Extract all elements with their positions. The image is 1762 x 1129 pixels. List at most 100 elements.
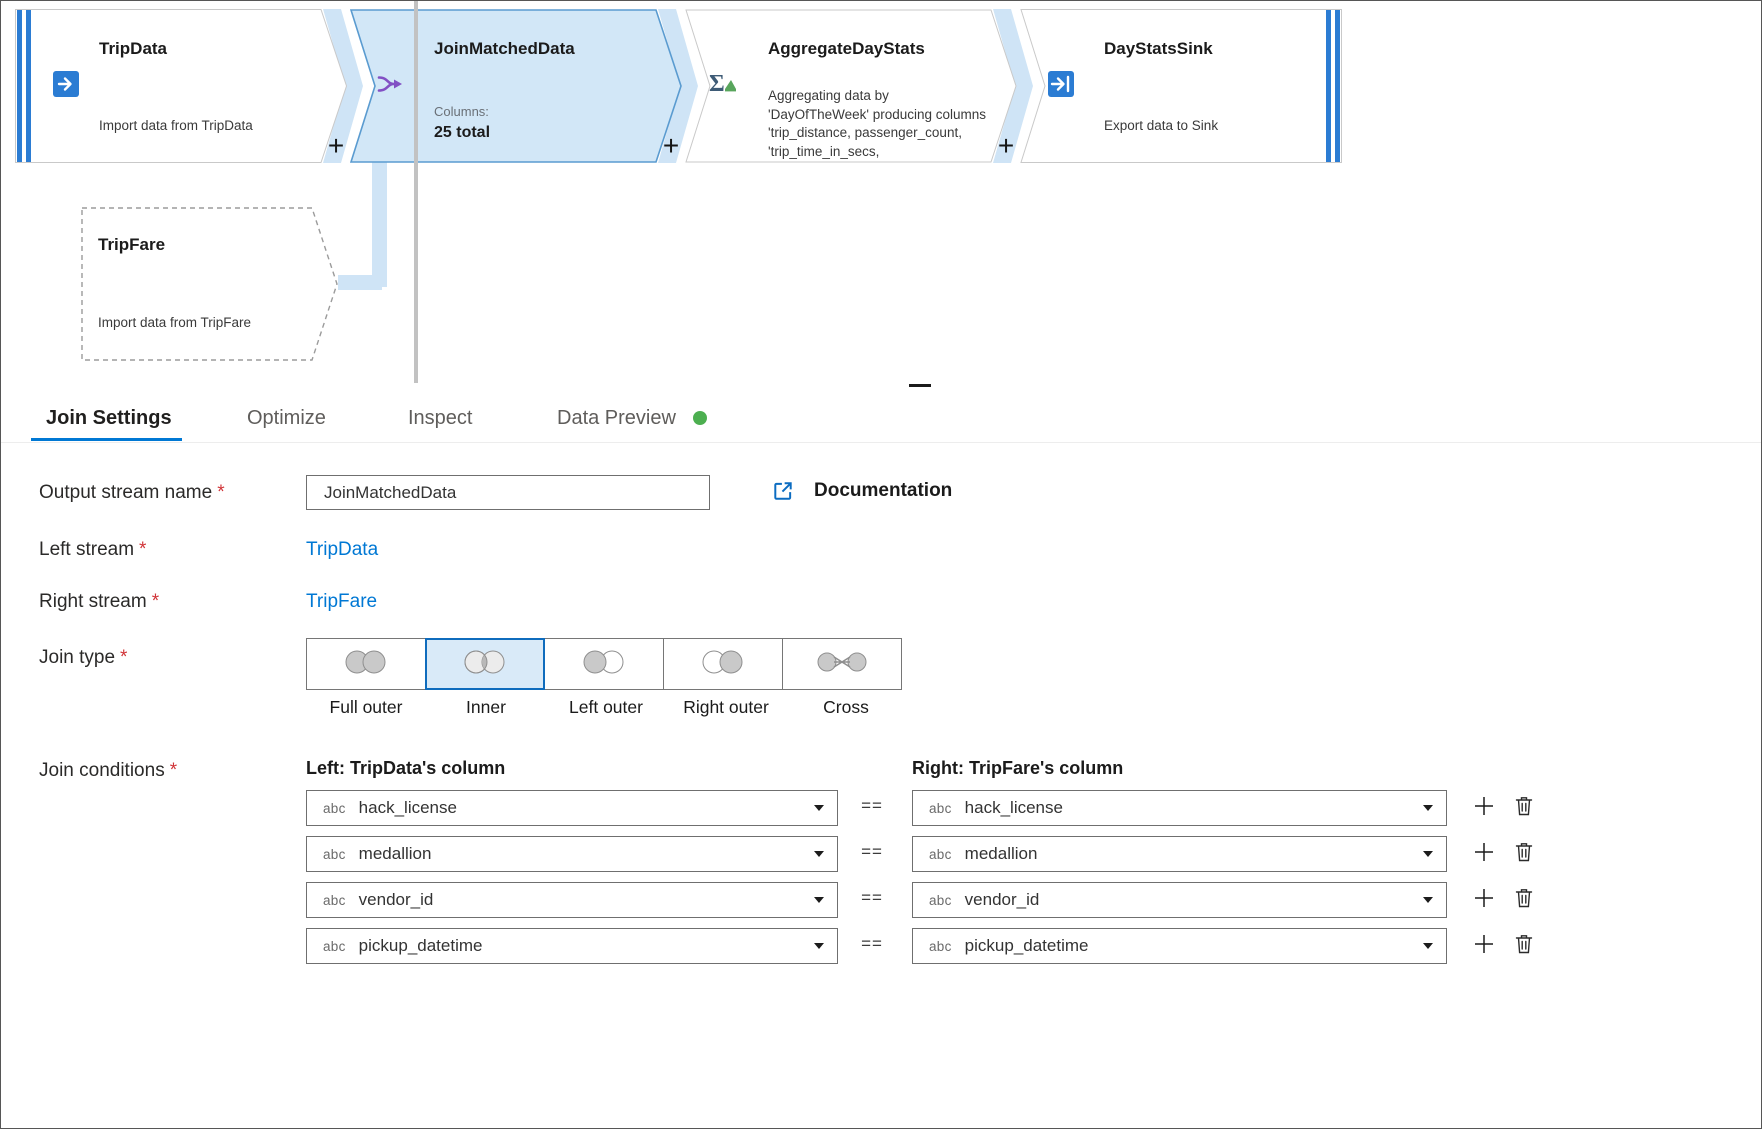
node-description: Aggregating data by 'DayOfTheWeek' produ… <box>768 87 986 161</box>
add-condition-button[interactable] <box>1466 836 1502 872</box>
tab-inspect[interactable]: Inspect <box>408 407 472 430</box>
equals-operator: == <box>846 888 898 908</box>
join-type-label: Join type* <box>39 647 127 669</box>
aggregate-icon: Σ <box>707 67 737 97</box>
column-name: vendor_id <box>359 890 434 910</box>
required-marker: * <box>217 482 224 503</box>
sink-icon <box>1046 69 1076 99</box>
join-type-selector <box>306 638 902 690</box>
delete-condition-button[interactable] <box>1506 790 1542 826</box>
label-text: Join type <box>39 647 115 668</box>
required-marker: * <box>170 760 177 781</box>
add-transformation-button[interactable]: + <box>656 132 686 162</box>
caret-down-icon <box>814 943 824 949</box>
tab-data-preview[interactable]: Data Preview <box>557 407 676 430</box>
data-preview-status-dot <box>693 411 707 425</box>
string-type-icon: abc <box>323 939 346 954</box>
string-type-icon: abc <box>323 893 346 908</box>
node-description: Import data from TripFare <box>98 314 251 333</box>
right-column-dropdown[interactable]: abc vendor_id <box>912 882 1447 918</box>
left-stream-value-link[interactable]: TripData <box>306 539 378 561</box>
columns-count: 25 total <box>434 124 490 142</box>
settings-tabstrip: Join Settings Optimize Inspect Data Prev… <box>1 399 1761 443</box>
right-stream-label: Right stream* <box>39 591 159 613</box>
required-marker: * <box>139 539 146 560</box>
right-column-dropdown[interactable]: abc hack_license <box>912 790 1447 826</box>
add-condition-button[interactable] <box>1466 928 1502 964</box>
documentation-link[interactable]: Documentation <box>772 480 952 502</box>
column-name: medallion <box>359 844 432 864</box>
join-conditions-label: Join conditions* <box>39 760 177 782</box>
node-aggregatedaystats[interactable]: Σ AggregateDayStats Aggregating data by … <box>685 9 1017 163</box>
svg-text:Σ: Σ <box>709 71 725 97</box>
join-condition-row: abc vendor_id == abc vendor_id <box>306 882 1556 918</box>
left-column-dropdown[interactable]: abc pickup_datetime <box>306 928 838 964</box>
trash-icon <box>1514 841 1534 868</box>
caret-down-icon <box>814 897 824 903</box>
join-type-cross[interactable] <box>782 638 902 690</box>
join-type-full-outer[interactable] <box>306 638 426 690</box>
equals-operator: == <box>846 842 898 862</box>
active-tab-underline <box>31 438 182 441</box>
required-marker: * <box>120 647 127 668</box>
panel-resize-handle[interactable] <box>909 384 931 387</box>
connector-tripfare-vertical <box>372 161 387 287</box>
node-title: DayStatsSink <box>1104 39 1213 59</box>
node-daystatssink[interactable]: DayStatsSink Export data to Sink <box>1020 9 1342 163</box>
output-stream-label: Output stream name* <box>39 482 225 504</box>
node-description: Import data from TripData <box>99 117 253 136</box>
node-title: TripFare <box>98 235 165 255</box>
plus-icon <box>1472 932 1496 961</box>
canvas-divider <box>414 1 418 383</box>
right-stream-value-link[interactable]: TripFare <box>306 591 377 613</box>
left-column-dropdown[interactable]: abc vendor_id <box>306 882 838 918</box>
output-stream-name-input[interactable] <box>306 475 710 510</box>
label-text: Right stream <box>39 591 147 612</box>
string-type-icon: abc <box>929 801 952 816</box>
add-transformation-button[interactable]: + <box>321 132 351 162</box>
join-type-option-label: Right outer <box>666 697 786 718</box>
node-title: AggregateDayStats <box>768 39 925 59</box>
left-column-header: Left: TripData's column <box>306 758 505 779</box>
right-outer-venn-icon <box>696 647 750 682</box>
caret-down-icon <box>814 851 824 857</box>
right-column-dropdown[interactable]: abc pickup_datetime <box>912 928 1447 964</box>
delete-condition-button[interactable] <box>1506 882 1542 918</box>
join-condition-row: abc hack_license == abc hack_license <box>306 790 1556 826</box>
equals-operator: == <box>846 796 898 816</box>
join-condition-row: abc pickup_datetime == abc pickup_dateti… <box>306 928 1556 964</box>
tab-optimize[interactable]: Optimize <box>247 407 326 430</box>
delete-condition-button[interactable] <box>1506 928 1542 964</box>
tab-join-settings[interactable]: Join Settings <box>46 407 172 430</box>
left-column-dropdown[interactable]: abc hack_license <box>306 790 838 826</box>
node-joinmatcheddata[interactable]: JoinMatchedData Columns: 25 total <box>350 9 682 163</box>
caret-down-icon <box>1423 897 1433 903</box>
source-icon <box>51 69 81 99</box>
add-condition-button[interactable] <box>1466 790 1502 826</box>
node-tripdata[interactable]: TripData Import data from TripData <box>15 9 347 163</box>
join-type-option-labels: Full outer Inner Left outer Right outer … <box>306 697 906 718</box>
string-type-icon: abc <box>929 893 952 908</box>
caret-down-icon <box>1423 851 1433 857</box>
right-column-dropdown[interactable]: abc medallion <box>912 836 1447 872</box>
trash-icon <box>1514 795 1534 822</box>
node-tripfare[interactable]: TripFare Import data from TripFare <box>81 207 338 361</box>
string-type-icon: abc <box>929 939 952 954</box>
join-type-inner[interactable] <box>425 638 545 690</box>
join-type-option-label: Cross <box>786 697 906 718</box>
documentation-label: Documentation <box>814 480 952 502</box>
join-type-right-outer[interactable] <box>663 638 783 690</box>
column-name: pickup_datetime <box>965 936 1089 956</box>
left-column-dropdown[interactable]: abc medallion <box>306 836 838 872</box>
cross-join-icon <box>815 647 869 682</box>
delete-condition-button[interactable] <box>1506 836 1542 872</box>
add-condition-button[interactable] <box>1466 882 1502 918</box>
add-transformation-button[interactable]: + <box>991 132 1021 162</box>
left-stream-label: Left stream* <box>39 539 146 561</box>
join-type-left-outer[interactable] <box>544 638 664 690</box>
left-outer-venn-icon <box>577 647 631 682</box>
connector-tripfare-horizontal <box>338 275 382 290</box>
label-text: Join conditions <box>39 760 165 781</box>
trash-icon <box>1514 933 1534 960</box>
equals-operator: == <box>846 934 898 954</box>
